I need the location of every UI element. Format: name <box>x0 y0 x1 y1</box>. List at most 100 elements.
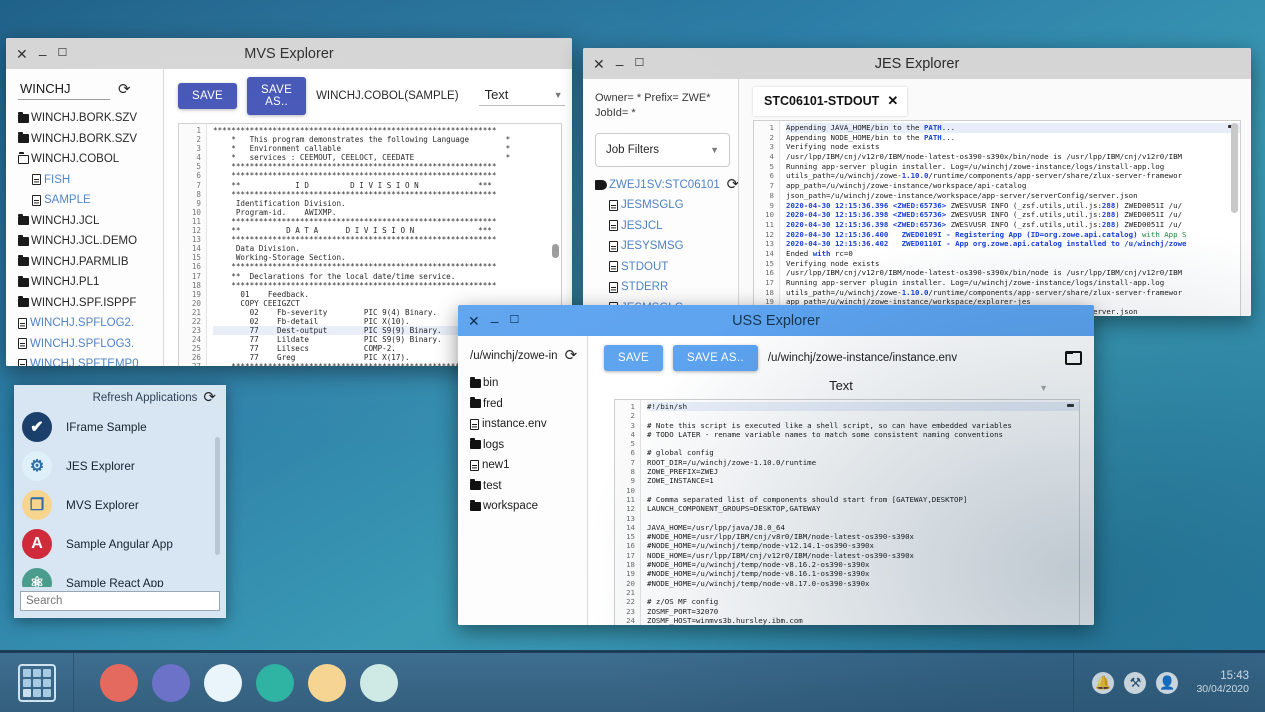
close-icon[interactable]: ✕ <box>468 314 480 328</box>
tree-item[interactable]: instance.env <box>470 414 581 435</box>
tree-item[interactable]: WINCHJ.BORK.SZV <box>18 108 155 129</box>
tree-item[interactable]: JESJCL <box>595 216 727 237</box>
tree-item[interactable]: bin <box>470 373 581 394</box>
save-button[interactable]: SAVE <box>178 83 237 109</box>
uss-explorer-window[interactable]: ✕ – ☐ USS Explorer /u/winchj/zowe-in ⟳ ↑… <box>458 305 1094 625</box>
clock[interactable]: 15:43 30/04/2020 <box>1196 669 1249 697</box>
code-line: ** I D D I V I S I O N *** <box>213 181 561 190</box>
jes-explorer-window[interactable]: ✕ – ☐ JES Explorer Owner= * Prefix= ZWE*… <box>583 48 1251 316</box>
tree-item[interactable]: logs <box>470 435 581 456</box>
minimize-icon[interactable]: – <box>616 57 624 71</box>
line-number: 14 <box>619 523 635 532</box>
tree-item[interactable]: WINCHJ.BORK.SZV <box>18 129 155 150</box>
jes-code-area[interactable]: 1234567891011121314151617181920212223242… <box>753 120 1241 316</box>
save-as-button[interactable]: SAVE AS.. <box>247 77 306 115</box>
maximize-icon[interactable]: ☐ <box>635 58 645 69</box>
mvs-filetype-select[interactable]: Text ▼ <box>479 86 565 106</box>
minimize-icon[interactable]: – <box>491 314 499 328</box>
uss-explorer-app-icon[interactable] <box>360 664 398 702</box>
dataset-search-input[interactable] <box>18 79 110 100</box>
app-launcher-item[interactable]: ASample Angular App <box>22 524 226 563</box>
line-number: 5 <box>758 162 774 172</box>
app-launcher-list[interactable]: ✔IFrame Sample⚙JES Explorer❐MVS Explorer… <box>14 407 226 587</box>
app-launcher-item[interactable]: ⚛Sample React App <box>22 563 226 587</box>
tree-item[interactable]: ZWEJ1SV:STC06101 <box>595 175 727 196</box>
tree-item[interactable]: WINCHJ.SPFTEMP0 <box>18 354 155 366</box>
line-number: 13 <box>183 235 201 244</box>
launcher-scrollbar[interactable] <box>215 437 220 555</box>
start-button[interactable] <box>0 653 74 712</box>
tree-item[interactable]: WINCHJ.COBOL <box>18 149 155 170</box>
tree-item[interactable]: STDOUT <box>595 257 727 278</box>
mvs-explorer-app-icon[interactable] <box>308 664 346 702</box>
tree-item[interactable]: WINCHJ.JCL.DEMO <box>18 231 155 252</box>
app-launcher-panel[interactable]: Refresh Applications ⟳ ✔IFrame Sample⚙JE… <box>14 385 226 618</box>
taskbar-apps[interactable] <box>74 664 398 702</box>
tree-item[interactable]: SAMPLE <box>18 190 155 211</box>
tree-item[interactable]: WINCHJ.PARMLIB <box>18 252 155 273</box>
mvs-titlebar[interactable]: ✕ – ☐ MVS Explorer <box>6 38 572 69</box>
tree-item[interactable]: WINCHJ.SPFLOG3. <box>18 334 155 355</box>
uss-code-content[interactable]: #!/bin/sh# Note this script is executed … <box>641 400 1079 625</box>
maximize-icon[interactable]: ☐ <box>510 315 520 326</box>
tree-item[interactable]: new1 <box>470 455 581 476</box>
uss-filetype-select[interactable]: Text ▼ <box>588 371 1094 397</box>
tree-item[interactable]: JESMSGLG <box>595 195 727 216</box>
mvs-scrollbar-thumb[interactable] <box>552 244 559 258</box>
tree-item[interactable]: WINCHJ.JCL <box>18 211 155 232</box>
close-icon[interactable]: ✕ <box>16 47 28 61</box>
jes-explorer-app-icon[interactable] <box>204 664 242 702</box>
tree-item-label: fred <box>483 398 503 410</box>
app-launcher-item[interactable]: ❐MVS Explorer <box>22 485 226 524</box>
uss-titlebar[interactable]: ✕ – ☐ USS Explorer <box>458 305 1094 336</box>
tree-item[interactable]: JESYSMSG <box>595 236 727 257</box>
job-filters-dropdown[interactable]: Job Filters ▼ <box>595 133 730 167</box>
close-icon[interactable]: ✕ <box>887 93 898 109</box>
jes-job-tree[interactable]: ZWEJ1SV:STC06101JESMSGLGJESJCLJESYSMSGST… <box>595 175 727 316</box>
tree-item[interactable]: test <box>470 476 581 497</box>
jes-window-controls[interactable]: ✕ – ☐ <box>593 57 644 71</box>
terminal-app-icon[interactable] <box>100 664 138 702</box>
app-launcher-item[interactable]: ✔IFrame Sample <box>22 407 226 446</box>
line-number: 6 <box>183 171 201 180</box>
user-icon[interactable]: 👤 <box>1156 672 1178 694</box>
uss-code-area[interactable]: 1234567891011121314151617181920212223242… <box>614 399 1080 625</box>
close-icon[interactable]: ✕ <box>593 57 605 71</box>
uss-file-tree[interactable]: bin fred instance.envlogsnew1testworkspace <box>470 373 581 517</box>
console-app-icon[interactable] <box>152 664 190 702</box>
jes-titlebar[interactable]: ✕ – ☐ JES Explorer <box>583 48 1251 79</box>
taskbar-system-tray[interactable]: 🔔 ⚒ 👤 15:43 30/04/2020 <box>1073 653 1265 712</box>
refresh-icon[interactable]: ⟳ <box>118 82 131 97</box>
new-window-icon[interactable] <box>1065 351 1082 365</box>
jes-code-content[interactable]: Appending JAVA_HOME/bin to the PATH...Ap… <box>780 121 1240 316</box>
refresh-applications-button[interactable]: Refresh Applications ⟳ <box>14 385 226 407</box>
tree-item[interactable]: workspace <box>470 496 581 517</box>
tree-item[interactable]: FISH <box>18 170 155 191</box>
mvs-window-controls[interactable]: ✕ – ☐ <box>16 47 67 61</box>
mvs-filetype-value: Text <box>485 87 509 102</box>
notification-bell-icon[interactable]: 🔔 <box>1092 672 1114 694</box>
app-launcher-item[interactable]: ⚙JES Explorer <box>22 446 226 485</box>
search-input[interactable] <box>20 591 220 611</box>
uss-window-controls[interactable]: ✕ – ☐ <box>468 314 519 328</box>
minimize-icon[interactable]: – <box>39 47 47 61</box>
tree-item[interactable]: WINCHJ.PL1 <box>18 272 155 293</box>
tree-item[interactable]: WINCHJ.SPF.ISPPF <box>18 293 155 314</box>
tools-icon[interactable]: ⚒ <box>1124 672 1146 694</box>
jes-scrollbar-thumb[interactable] <box>1231 123 1238 213</box>
refresh-icon[interactable]: ⟳ <box>727 177 739 192</box>
save-button[interactable]: SAVE <box>604 345 663 371</box>
tree-item[interactable]: STDERR <box>595 277 727 298</box>
editor-app-icon[interactable] <box>256 664 294 702</box>
save-as-button[interactable]: SAVE AS.. <box>673 345 758 371</box>
tab-stc06101-stdout[interactable]: STC06101-STDOUT ✕ <box>753 87 907 116</box>
maximize-icon[interactable]: ☐ <box>58 48 68 59</box>
uss-path-value[interactable]: /u/winchj/zowe-in <box>470 350 558 362</box>
tree-item[interactable]: WINCHJ.SPFLOG2. <box>18 313 155 334</box>
refresh-icon[interactable]: ⟳ <box>203 390 216 405</box>
grid-icon <box>18 664 56 702</box>
mvs-dataset-tree[interactable]: WINCHJ.BORK.SZVWINCHJ.BORK.SZVWINCHJ.COB… <box>18 108 155 366</box>
refresh-icon[interactable]: ⟳ <box>565 348 578 363</box>
jes-scrollbar[interactable] <box>1230 123 1239 314</box>
tree-item[interactable]: fred <box>470 394 581 415</box>
